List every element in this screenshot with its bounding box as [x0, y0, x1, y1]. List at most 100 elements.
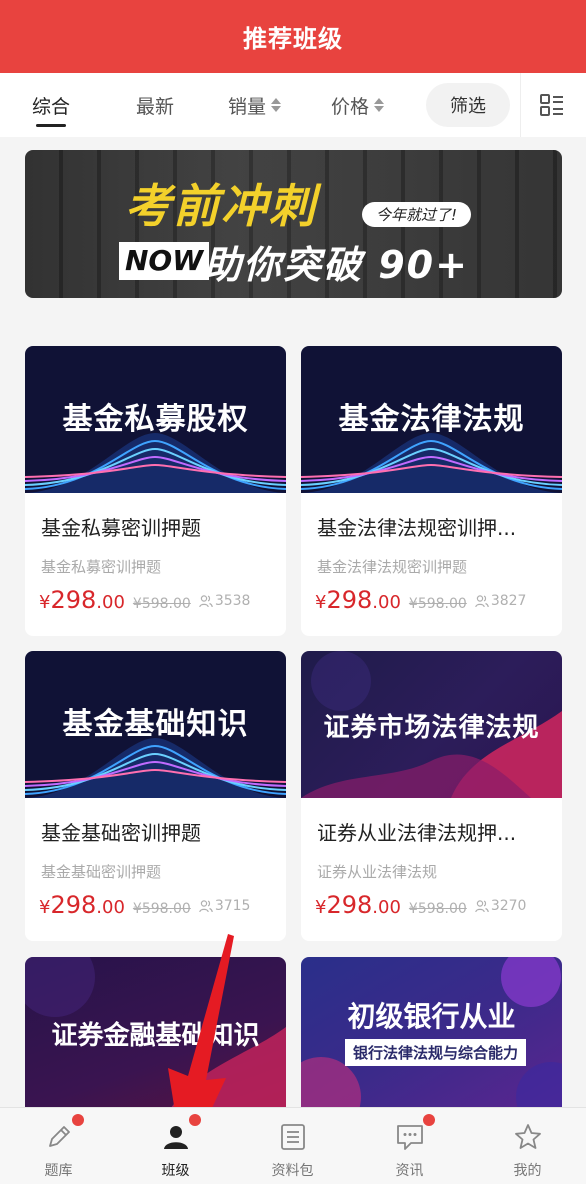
course-cover-title: 基金法律法规 — [338, 402, 525, 437]
original-price: ¥598.00 — [408, 901, 467, 917]
sort-arrows-icon — [374, 98, 385, 112]
nav-label: 资讯 — [395, 1163, 424, 1179]
people-icon — [199, 900, 213, 913]
course-card[interactable]: 基金法律法规 基金法律法规密训押... 基金法律法规密训押题 ¥ 298 .00… — [301, 346, 562, 636]
nav-label: 题库 — [44, 1163, 73, 1179]
promo-banner[interactable]: 考前冲刺 今年就过了! NOW 助你突破 90+ — [25, 150, 562, 298]
price-line: ¥ 298 .00 ¥598.00 3538 — [39, 586, 250, 614]
original-price: ¥598.00 — [132, 901, 191, 917]
sort-tab-label: 价格 — [331, 95, 370, 118]
notification-badge — [71, 1114, 84, 1126]
layout-toggle-icon[interactable] — [540, 93, 564, 117]
course-cover-subtitle: 银行法律法规与综合能力 — [345, 1039, 527, 1066]
banner-pill: 今年就过了! — [362, 202, 472, 227]
price-line: ¥ 298 .00 ¥598.00 3827 — [315, 586, 526, 614]
sort-tab-label: 最新 — [136, 95, 175, 118]
buyer-count: 3270 — [475, 898, 527, 914]
pencil-icon — [48, 1126, 70, 1147]
price-line: ¥ 298 .00 ¥598.00 3270 — [315, 891, 526, 919]
price-integer: 298 — [50, 891, 97, 919]
sort-tab-label: 销量 — [228, 95, 267, 118]
people-icon — [199, 595, 213, 608]
buyer-count-value: 3827 — [490, 593, 527, 609]
course-name: 基金法律法规密训押... — [317, 516, 517, 540]
active-tab-underline — [36, 124, 66, 127]
course-cover-title: 基金私募股权 — [62, 402, 249, 437]
divider — [520, 73, 521, 137]
course-cover: 证券市场法律法规 — [301, 651, 562, 798]
course-name: 基金基础密训押题 — [41, 821, 201, 845]
nav-item-profile[interactable]: 我的 — [469, 1108, 586, 1184]
course-subtitle: 证券从业法律法规 — [317, 863, 438, 881]
sort-bar: 综合 最新 销量 价格 筛选 — [0, 73, 586, 137]
notification-badge — [188, 1114, 201, 1126]
original-price: ¥598.00 — [132, 596, 191, 612]
course-subtitle: 基金基础密训押题 — [41, 863, 162, 881]
people-icon — [475, 595, 489, 608]
price-decimal: .00 — [96, 592, 125, 613]
original-price: ¥598.00 — [408, 596, 467, 612]
filter-button[interactable]: 筛选 — [426, 83, 510, 127]
nav-label: 班级 — [161, 1163, 190, 1179]
sort-tab-label: 综合 — [32, 95, 71, 118]
nav-item-question-bank[interactable]: 题库 — [0, 1108, 117, 1184]
course-cover: 基金法律法规 — [301, 346, 562, 493]
price-integer: 298 — [326, 586, 373, 614]
course-cover: 初级银行从业 银行法律法规与综合能力 — [301, 957, 562, 1107]
course-card[interactable]: 证券金融基础知识 — [25, 957, 286, 1107]
course-card[interactable]: 基金私募股权 基金私募密训押题 基金私募密训押题 ¥ 298 .00 ¥598.… — [25, 346, 286, 636]
buyer-count: 3827 — [475, 593, 527, 609]
nav-label: 我的 — [513, 1163, 542, 1179]
message-icon — [396, 1125, 423, 1150]
price-line: ¥ 298 .00 ¥598.00 3715 — [39, 891, 250, 919]
sort-tab-price[interactable]: 价格 — [331, 73, 385, 137]
sort-tab-sales[interactable]: 销量 — [228, 73, 282, 137]
nav-label: 资料包 — [271, 1163, 314, 1179]
price-integer: 298 — [326, 891, 373, 919]
page-title: 推荐班级 — [243, 25, 343, 53]
banner-subheadline: 助你突破 90+ — [203, 243, 469, 287]
course-subtitle: 基金私募密训押题 — [41, 558, 162, 576]
buyer-count: 3715 — [199, 898, 251, 914]
price-decimal: .00 — [372, 592, 401, 613]
course-cover-title: 证券金融基础知识 — [51, 1021, 260, 1051]
notification-badge — [422, 1114, 435, 1126]
course-cover: 基金私募股权 — [25, 346, 286, 493]
sort-arrows-icon — [271, 98, 282, 112]
price-integer: 298 — [50, 586, 97, 614]
course-cover-title: 初级银行从业 — [347, 1000, 516, 1033]
course-cover-title: 基金基础知识 — [62, 707, 249, 742]
course-card[interactable]: 初级银行从业 银行法律法规与综合能力 — [301, 957, 562, 1107]
banner-now-tag: NOW — [119, 242, 210, 280]
buyer-count-value: 3270 — [490, 898, 527, 914]
currency-symbol: ¥ — [39, 897, 51, 918]
bottom-nav: 题库 班级 资料包 资讯 我的 — [0, 1107, 586, 1184]
currency-symbol: ¥ — [315, 897, 327, 918]
course-card[interactable]: 证券市场法律法规 证券从业法律法规押... 证券从业法律法规 ¥ 298 .00… — [301, 651, 562, 941]
course-cover-title: 证券市场法律法规 — [323, 713, 540, 743]
people-icon — [475, 900, 489, 913]
course-subtitle: 基金法律法规密训押题 — [317, 558, 468, 576]
currency-symbol: ¥ — [315, 592, 327, 613]
sort-tab-comprehensive[interactable]: 综合 — [32, 73, 70, 137]
buyer-count-value: 3538 — [214, 593, 251, 609]
buyer-count: 3538 — [199, 593, 251, 609]
course-cover: 证券金融基础知识 — [25, 957, 286, 1107]
course-cover: 基金基础知识 — [25, 651, 286, 798]
document-icon — [280, 1124, 305, 1150]
star-icon — [514, 1124, 541, 1149]
header-bar: 推荐班级 — [0, 0, 586, 73]
currency-symbol: ¥ — [39, 592, 51, 613]
course-card[interactable]: 基金基础知识 基金基础密训押题 基金基础密训押题 ¥ 298 .00 ¥598.… — [25, 651, 286, 941]
banner-headline: 考前冲刺 — [125, 179, 317, 233]
sort-tab-newest[interactable]: 最新 — [136, 73, 174, 137]
course-name: 证券从业法律法规押... — [317, 821, 517, 845]
nav-item-materials[interactable]: 资料包 — [234, 1108, 351, 1184]
price-decimal: .00 — [372, 897, 401, 918]
course-name: 基金私募密训押题 — [41, 516, 201, 540]
buyer-count-value: 3715 — [214, 898, 251, 914]
person-icon — [163, 1126, 188, 1149]
nav-item-news[interactable]: 资讯 — [351, 1108, 468, 1184]
nav-item-class[interactable]: 班级 — [117, 1108, 234, 1184]
price-decimal: .00 — [96, 897, 125, 918]
